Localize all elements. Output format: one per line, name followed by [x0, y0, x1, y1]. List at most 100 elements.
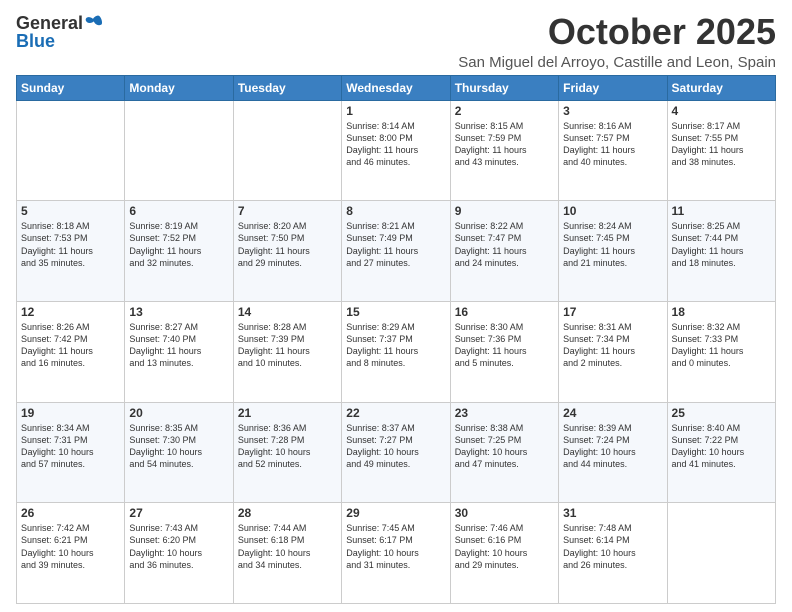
- calendar-cell: 13 Sunrise: 8:27 AM Sunset: 7:40 PM Dayli…: [125, 301, 233, 402]
- day-number: 1: [346, 104, 445, 118]
- day-info: Sunrise: 8:38 AM Sunset: 7:25 PM Dayligh…: [455, 422, 554, 471]
- day-number: 19: [21, 406, 120, 420]
- logo: General Blue: [16, 14, 103, 52]
- day-number: 2: [455, 104, 554, 118]
- day-number: 24: [563, 406, 662, 420]
- day-number: 3: [563, 104, 662, 118]
- calendar-cell: 26 Sunrise: 7:42 AM Sunset: 6:21 PM Dayli…: [17, 503, 125, 604]
- day-info: Sunrise: 8:25 AM Sunset: 7:44 PM Dayligh…: [672, 220, 771, 269]
- calendar-cell: 23 Sunrise: 8:38 AM Sunset: 7:25 PM Dayli…: [450, 402, 558, 503]
- day-info: Sunrise: 8:16 AM Sunset: 7:57 PM Dayligh…: [563, 120, 662, 169]
- day-info: Sunrise: 8:29 AM Sunset: 7:37 PM Dayligh…: [346, 321, 445, 370]
- logo-bird-icon: [83, 14, 103, 32]
- day-number: 23: [455, 406, 554, 420]
- day-number: 30: [455, 506, 554, 520]
- calendar-cell: 28Sunrise: 7:44 AM Sunset: 6:18 PM Dayli…: [233, 503, 341, 604]
- day-info: Sunrise: 8:32 AM Sunset: 7:33 PM Dayligh…: [672, 321, 771, 370]
- day-number: 6: [129, 204, 228, 218]
- day-number: 15: [346, 305, 445, 319]
- calendar-cell: 7 Sunrise: 8:20 AM Sunset: 7:50 PM Daylig…: [233, 201, 341, 302]
- logo-blue-text: Blue: [16, 31, 55, 51]
- calendar-week-row: 19 Sunrise: 8:34 AM Sunset: 7:31 PM Dayli…: [17, 402, 776, 503]
- day-number: 31: [563, 506, 662, 520]
- day-number: 4: [672, 104, 771, 118]
- calendar-cell: 16 Sunrise: 8:30 AM Sunset: 7:36 PM Dayli…: [450, 301, 558, 402]
- day-info: Sunrise: 7:45 AM Sunset: 6:17 PM Dayligh…: [346, 522, 445, 571]
- day-info: Sunrise: 8:40 AM Sunset: 7:22 PM Dayligh…: [672, 422, 771, 471]
- day-info: Sunrise: 8:18 AM Sunset: 7:53 PM Dayligh…: [21, 220, 120, 269]
- day-number: 10: [563, 204, 662, 218]
- calendar-cell: 30 Sunrise: 7:46 AM Sunset: 6:16 PM Dayli…: [450, 503, 558, 604]
- day-info: Sunrise: 8:35 AM Sunset: 7:30 PM Dayligh…: [129, 422, 228, 471]
- calendar-cell: [125, 100, 233, 201]
- day-number: 27: [129, 506, 228, 520]
- location-title: San Miguel del Arroyo, Castille and Leon…: [458, 54, 776, 71]
- day-number: 16: [455, 305, 554, 319]
- day-info: Sunrise: 8:34 AM Sunset: 7:31 PM Dayligh…: [21, 422, 120, 471]
- calendar-cell: 18 Sunrise: 8:32 AM Sunset: 7:33 PM Dayli…: [667, 301, 775, 402]
- logo-general-text: General: [16, 14, 83, 32]
- weekday-header-saturday: Saturday: [667, 75, 775, 100]
- day-number: 20: [129, 406, 228, 420]
- calendar-cell: 5 Sunrise: 8:18 AM Sunset: 7:53 PM Daylig…: [17, 201, 125, 302]
- calendar-cell: 31 Sunrise: 7:48 AM Sunset: 6:14 PM Dayli…: [559, 503, 667, 604]
- day-number: 7: [238, 204, 337, 218]
- calendar-week-row: 26 Sunrise: 7:42 AM Sunset: 6:21 PM Dayli…: [17, 503, 776, 604]
- calendar-cell: [667, 503, 775, 604]
- weekday-header-sunday: Sunday: [17, 75, 125, 100]
- calendar-week-row: 12 Sunrise: 8:26 AM Sunset: 7:42 PM Dayli…: [17, 301, 776, 402]
- day-number: 18: [672, 305, 771, 319]
- weekday-header-row: SundayMondayTuesdayWednesdayThursdayFrid…: [17, 75, 776, 100]
- calendar-cell: 15 Sunrise: 8:29 AM Sunset: 7:37 PM Dayli…: [342, 301, 450, 402]
- day-number: 14: [238, 305, 337, 319]
- day-info: Sunrise: 8:30 AM Sunset: 7:36 PM Dayligh…: [455, 321, 554, 370]
- day-info: Sunrise: 8:15 AM Sunset: 7:59 PM Dayligh…: [455, 120, 554, 169]
- day-number: 12: [21, 305, 120, 319]
- page: General Blue October 2025 San Miguel del…: [0, 0, 792, 612]
- day-info: Sunrise: 7:46 AM Sunset: 6:16 PM Dayligh…: [455, 522, 554, 571]
- calendar-cell: 2 Sunrise: 8:15 AM Sunset: 7:59 PM Daylig…: [450, 100, 558, 201]
- day-info: Sunrise: 8:20 AM Sunset: 7:50 PM Dayligh…: [238, 220, 337, 269]
- calendar-cell: 4 Sunrise: 8:17 AM Sunset: 7:55 PM Daylig…: [667, 100, 775, 201]
- calendar-cell: 14 Sunrise: 8:28 AM Sunset: 7:39 PM Dayli…: [233, 301, 341, 402]
- calendar-cell: 17 Sunrise: 8:31 AM Sunset: 7:34 PM Dayli…: [559, 301, 667, 402]
- day-number: 8: [346, 204, 445, 218]
- calendar-cell: 12 Sunrise: 8:26 AM Sunset: 7:42 PM Dayli…: [17, 301, 125, 402]
- day-info: Sunrise: 7:48 AM Sunset: 6:14 PM Dayligh…: [563, 522, 662, 571]
- day-number: 9: [455, 204, 554, 218]
- day-info: Sunrise: 8:27 AM Sunset: 7:40 PM Dayligh…: [129, 321, 228, 370]
- day-number: 13: [129, 305, 228, 319]
- weekday-header-tuesday: Tuesday: [233, 75, 341, 100]
- day-info: Sunrise: 8:14 AM Sunset: 8:00 PM Dayligh…: [346, 120, 445, 169]
- day-number: 22: [346, 406, 445, 420]
- calendar-cell: [17, 100, 125, 201]
- day-number: 29: [346, 506, 445, 520]
- day-number: 11: [672, 204, 771, 218]
- day-info: Sunrise: 8:36 AM Sunset: 7:28 PM Dayligh…: [238, 422, 337, 471]
- month-title: October 2025: [458, 12, 776, 52]
- day-info: Sunrise: 8:28 AM Sunset: 7:39 PM Dayligh…: [238, 321, 337, 370]
- day-number: 21: [238, 406, 337, 420]
- day-info: Sunrise: 7:42 AM Sunset: 6:21 PM Dayligh…: [21, 522, 120, 571]
- day-number: 17: [563, 305, 662, 319]
- calendar-cell: 8Sunrise: 8:21 AM Sunset: 7:49 PM Daylig…: [342, 201, 450, 302]
- weekday-header-friday: Friday: [559, 75, 667, 100]
- day-number: 5: [21, 204, 120, 218]
- calendar-cell: 6Sunrise: 8:19 AM Sunset: 7:52 PM Daylig…: [125, 201, 233, 302]
- calendar-cell: 11 Sunrise: 8:25 AM Sunset: 7:44 PM Dayli…: [667, 201, 775, 302]
- day-info: Sunrise: 8:17 AM Sunset: 7:55 PM Dayligh…: [672, 120, 771, 169]
- day-info: Sunrise: 8:37 AM Sunset: 7:27 PM Dayligh…: [346, 422, 445, 471]
- day-number: 28: [238, 506, 337, 520]
- weekday-header-wednesday: Wednesday: [342, 75, 450, 100]
- calendar-cell: 19 Sunrise: 8:34 AM Sunset: 7:31 PM Dayli…: [17, 402, 125, 503]
- day-info: Sunrise: 8:31 AM Sunset: 7:34 PM Dayligh…: [563, 321, 662, 370]
- calendar-cell: 24 Sunrise: 8:39 AM Sunset: 7:24 PM Dayli…: [559, 402, 667, 503]
- day-info: Sunrise: 7:43 AM Sunset: 6:20 PM Dayligh…: [129, 522, 228, 571]
- day-number: 26: [21, 506, 120, 520]
- calendar-cell: 10Sunrise: 8:24 AM Sunset: 7:45 PM Dayli…: [559, 201, 667, 302]
- calendar-cell: 20 Sunrise: 8:35 AM Sunset: 7:30 PM Dayli…: [125, 402, 233, 503]
- day-info: Sunrise: 8:26 AM Sunset: 7:42 PM Dayligh…: [21, 321, 120, 370]
- calendar-table: SundayMondayTuesdayWednesdayThursdayFrid…: [16, 75, 776, 604]
- calendar-week-row: 1 Sunrise: 8:14 AM Sunset: 8:00 PM Daylig…: [17, 100, 776, 201]
- day-info: Sunrise: 8:39 AM Sunset: 7:24 PM Dayligh…: [563, 422, 662, 471]
